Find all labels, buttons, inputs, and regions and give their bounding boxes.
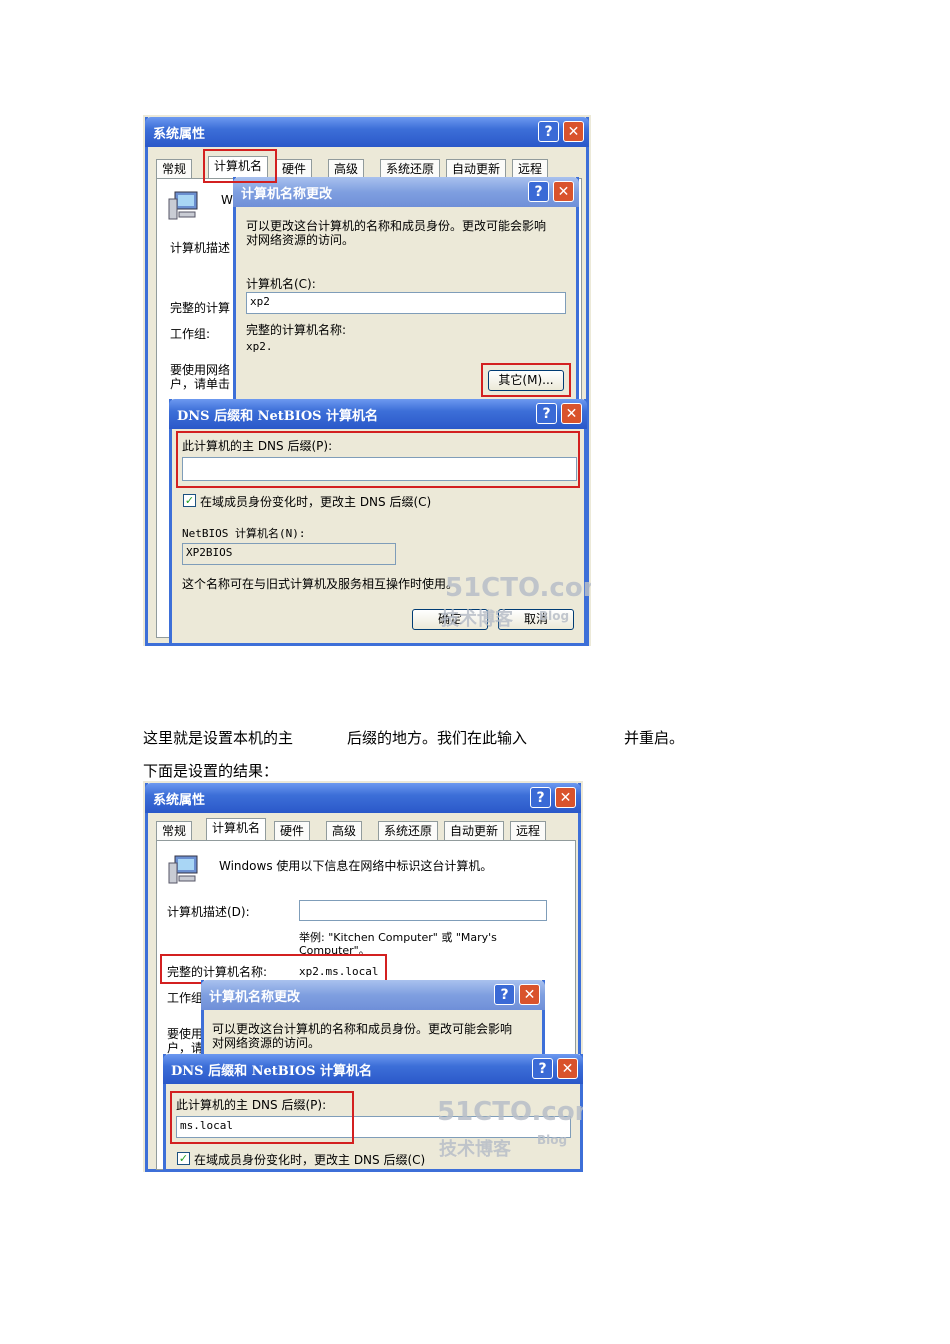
tab-advanced[interactable]: 高级: [326, 821, 363, 840]
watermark-sub: 技术博客: [441, 609, 513, 630]
highlight-primary-dns-suffix: [176, 431, 580, 488]
help-icon[interactable]: ?: [532, 1058, 553, 1079]
dns-dialog-title: DNS 后缀和 NetBIOS 计算机名: [177, 409, 379, 424]
highlight-other-button: [481, 363, 571, 397]
computer-icon: [168, 855, 198, 884]
change-suffix-checkbox[interactable]: ✓: [183, 494, 196, 507]
computer-icon: [168, 191, 198, 220]
help-icon[interactable]: ?: [530, 787, 551, 808]
watermark-brand: 51CTO.com: [437, 1097, 583, 1127]
name-change-title: 计算机名称更改: [241, 187, 333, 202]
tab-hardware[interactable]: 硬件: [276, 159, 313, 178]
tab-system-restore[interactable]: 系统还原: [380, 159, 441, 178]
tab-general[interactable]: 常规: [156, 159, 193, 178]
netbios-label: NetBIOS 计算机名(N):: [182, 527, 306, 540]
description-label: 计算机描述(D):: [167, 905, 250, 919]
close-icon[interactable]: ✕: [561, 403, 582, 424]
partial-full-name-label: 完整的计算: [170, 301, 231, 315]
name-change-titlebar[interactable]: 计算机名称更改 ? ✕: [233, 177, 579, 207]
paragraph-1-part-c: 并重启。: [624, 729, 685, 747]
full-name-label: 完整的计算机名称:: [246, 323, 347, 337]
netbios-note: 这个名称可在与旧式计算机及服务相互操作时使用。: [182, 577, 459, 591]
watermark-blog: Blog: [537, 1133, 568, 1147]
tab-remote[interactable]: 远程: [510, 821, 547, 840]
system-properties-title: 系统属性: [153, 793, 206, 808]
change-suffix-checkbox[interactable]: ✓: [177, 1152, 190, 1165]
close-icon[interactable]: ✕: [563, 121, 584, 142]
description-input[interactable]: [299, 900, 547, 921]
partial-workgroup-label: 工作组:: [170, 327, 211, 341]
dns-dialog-title: DNS 后缀和 NetBIOS 计算机名: [171, 1064, 373, 1079]
dns-dialog-titlebar[interactable]: DNS 后缀和 NetBIOS 计算机名 ? ✕: [169, 399, 587, 429]
watermark-brand: 51CTO.com: [445, 573, 591, 603]
tab-computer-name[interactable]: 计算机名: [206, 818, 267, 840]
netbios-name-field: XP2BIOS: [182, 543, 396, 565]
tab-strip: 常规 计算机名 硬件 高级 系统还原 自动更新 远程: [156, 818, 580, 840]
screenshot-2: 系统属性 ? ✕ 常规 计算机名 硬件 高级 系统还原 自动更新 远程 Wind…: [143, 781, 583, 1172]
help-icon[interactable]: ?: [536, 403, 557, 424]
name-change-title: 计算机名称更改: [209, 990, 301, 1005]
partial-workgroup-label: 工作组: [167, 991, 204, 1005]
computer-name-label: 计算机名(C):: [246, 277, 316, 291]
change-suffix-checkbox-label: 在域成员身份变化时，更改主 DNS 后缀(C): [200, 495, 432, 509]
highlight-primary-dns-suffix: [170, 1091, 354, 1144]
highlight-computer-name-tab: [203, 149, 277, 183]
full-name-value: xp2.: [246, 340, 273, 353]
tab-system-restore[interactable]: 系统还原: [378, 821, 439, 840]
watermark-blog: Blog: [539, 609, 570, 623]
help-icon[interactable]: ?: [494, 984, 515, 1005]
dns-dialog-titlebar[interactable]: DNS 后缀和 NetBIOS 计算机名 ? ✕: [163, 1054, 583, 1084]
tab-remote[interactable]: 远程: [512, 159, 549, 178]
watermark-sub: 技术博客: [439, 1139, 511, 1160]
partial-description-label: 计算机描述: [170, 241, 231, 255]
close-icon[interactable]: ✕: [519, 984, 540, 1005]
paragraph-1-part-a: 这里就是设置本机的主: [143, 729, 294, 747]
close-icon[interactable]: ✕: [557, 1058, 578, 1079]
screenshot-1: 系统属性 ? ✕ 常规 计算机名 硬件 高级 系统还原 自动更新 远程 W 计算…: [143, 115, 591, 646]
intro-line-2: 对网络资源的访问。: [246, 233, 355, 247]
paragraph-1-part-b: 后缀的地方。我们在此输入: [347, 729, 528, 747]
tab-auto-update[interactable]: 自动更新: [444, 821, 505, 840]
tab-auto-update[interactable]: 自动更新: [446, 159, 507, 178]
tab-general[interactable]: 常规: [156, 821, 193, 840]
change-suffix-checkbox-label: 在域成员身份变化时，更改主 DNS 后缀(C): [194, 1153, 426, 1167]
intro-line-2: 对网络资源的访问。: [212, 1036, 321, 1050]
system-properties-title: 系统属性: [153, 127, 206, 142]
help-icon[interactable]: ?: [528, 181, 549, 202]
partial-note-line2: 户，请单击: [170, 377, 231, 391]
help-icon[interactable]: ?: [538, 121, 559, 142]
computer-name-input[interactable]: xp2: [246, 292, 566, 314]
paragraph-2: 下面是设置的结果：: [143, 762, 279, 780]
tab-hardware[interactable]: 硬件: [274, 821, 311, 840]
system-properties-titlebar[interactable]: 系统属性 ? ✕: [145, 783, 581, 813]
system-properties-titlebar[interactable]: 系统属性 ? ✕: [145, 117, 589, 147]
close-icon[interactable]: ✕: [555, 787, 576, 808]
name-change-titlebar[interactable]: 计算机名称更改 ? ✕: [201, 980, 545, 1010]
partial-windows-text: W: [221, 193, 233, 207]
info-text: Windows 使用以下信息在网络中标识这台计算机。: [219, 859, 493, 873]
tab-advanced[interactable]: 高级: [328, 159, 365, 178]
close-icon[interactable]: ✕: [553, 181, 574, 202]
